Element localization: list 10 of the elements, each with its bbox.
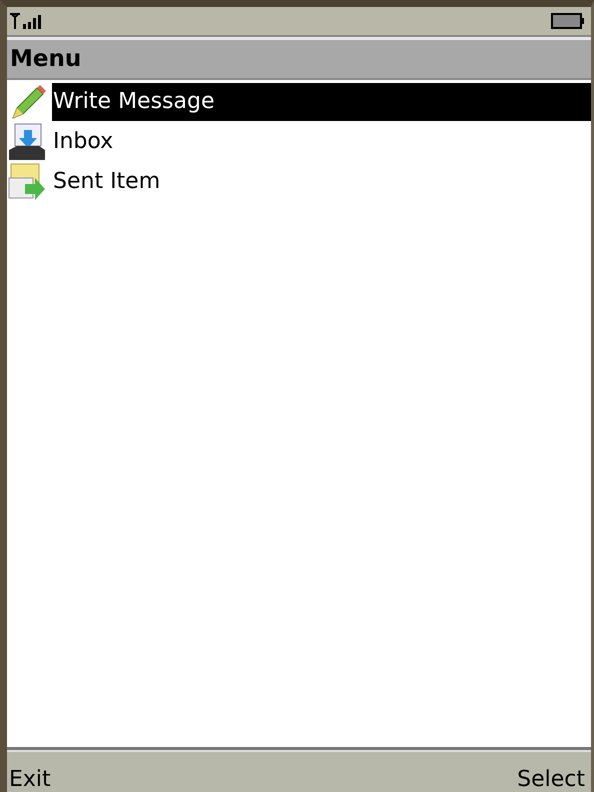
signal-icon [9,12,43,30]
menu-item[interactable]: Sent Item [52,163,591,201]
menu-item[interactable]: Write Message [52,83,591,121]
sent-mail-icon [7,162,47,202]
screen-title: Menu [10,46,82,72]
inbox-icon [7,122,47,162]
battery-icon [551,13,585,29]
exit-softkey[interactable]: Exit [9,767,51,792]
menu-item[interactable]: Inbox [52,123,591,161]
select-softkey[interactable]: Select [517,767,585,792]
